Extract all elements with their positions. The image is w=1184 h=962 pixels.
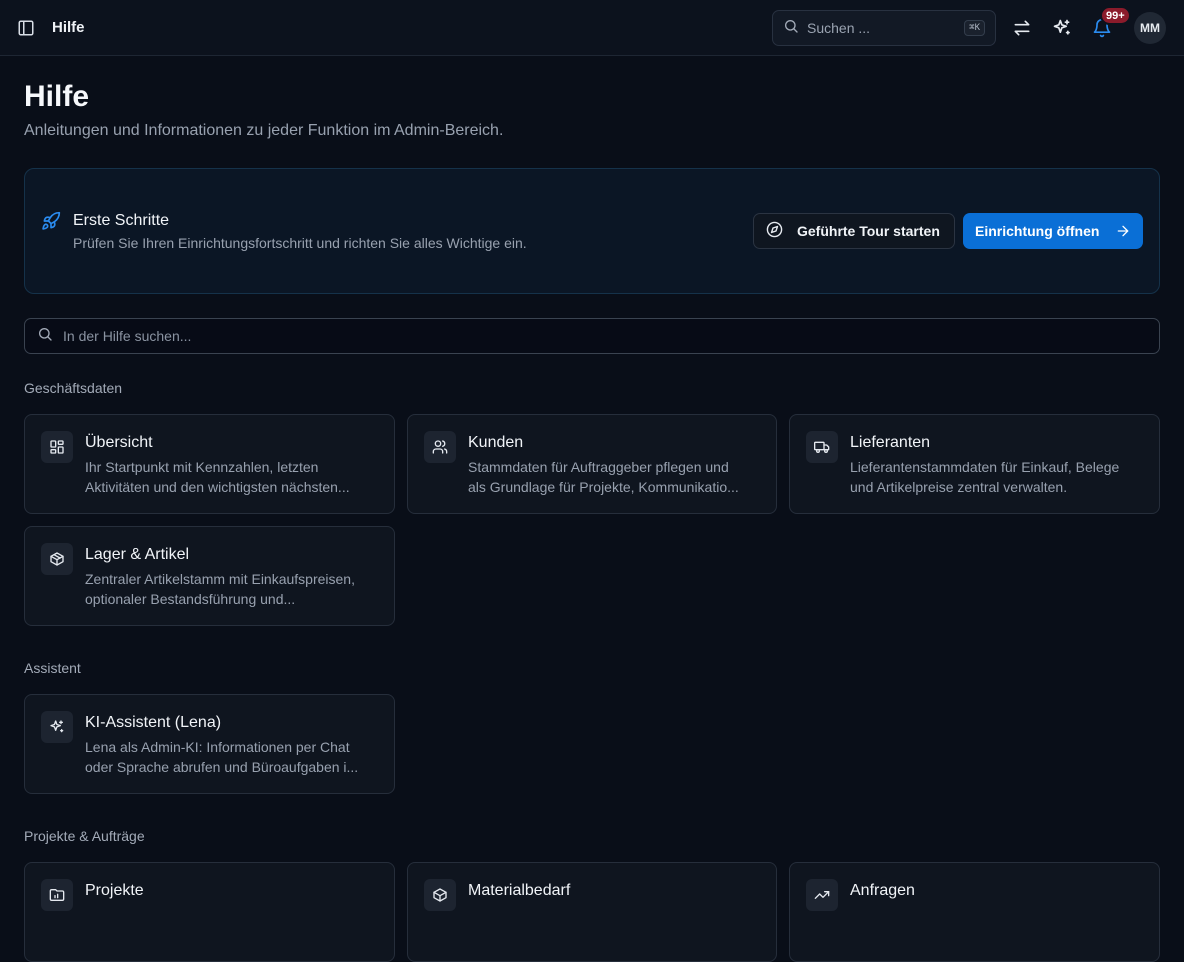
help-card-projects[interactable]: Projekte <box>24 862 395 962</box>
card-title: Materialbedarf <box>468 882 571 899</box>
rocket-icon <box>41 211 61 236</box>
card-description: Lieferantenstammdaten für Einkauf, Beleg… <box>850 459 1120 495</box>
help-card-material-demand[interactable]: Materialbedarf <box>407 862 777 962</box>
sidebar-toggle-icon[interactable] <box>16 18 36 38</box>
card-description: Stammdaten für Auftraggeber pflegen und … <box>468 459 739 495</box>
page-subtitle: Anleitungen und Informationen zu jeder F… <box>24 122 504 139</box>
card-description: Ihr Startpunkt mit Kennzahlen, letzten A… <box>85 459 350 495</box>
card-title: Kunden <box>468 434 524 451</box>
search-icon <box>37 326 53 347</box>
help-card-suppliers[interactable]: Lieferanten Lieferantenstammdaten für Ei… <box>789 414 1160 514</box>
package-icon <box>424 879 456 911</box>
truck-icon <box>806 431 838 463</box>
compass-icon <box>766 221 783 241</box>
package-icon <box>41 543 73 575</box>
help-card-ai-assistant[interactable]: KI-Assistent (Lena) Lena als Admin-KI: I… <box>24 694 395 794</box>
card-title: Projekte <box>85 882 144 899</box>
open-setup-button[interactable]: Einrichtung öffnen <box>963 213 1143 249</box>
breadcrumb-title: Hilfe <box>52 19 85 36</box>
section-title-assistant: Assistent <box>24 660 81 676</box>
users-icon <box>424 431 456 463</box>
folder-icon <box>41 879 73 911</box>
card-title: Lager & Artikel <box>85 546 190 563</box>
notification-badge: 99+ <box>1100 6 1131 25</box>
open-setup-label: Einrichtung öffnen <box>975 223 1100 239</box>
card-title: Anfragen <box>850 882 915 899</box>
card-description: Zentraler Artikelstamm mit Einkaufspreis… <box>85 571 355 607</box>
help-card-customers[interactable]: Kunden Stammdaten für Auftraggeber pfleg… <box>407 414 777 514</box>
sparkles-icon[interactable] <box>1050 16 1074 40</box>
dashboard-icon <box>41 431 73 463</box>
page-title: Hilfe <box>24 80 90 113</box>
start-tour-label: Geführte Tour starten <box>797 223 940 239</box>
getting-started-description: Prüfen Sie Ihren Einrichtungsfortschritt… <box>73 235 527 251</box>
top-bar: Hilfe Suchen ... ⌘K 99+ MM <box>0 0 1184 56</box>
global-search-input[interactable]: Suchen ... ⌘K <box>772 10 996 46</box>
help-card-overview[interactable]: Übersicht Ihr Startpunkt mit Kennzahlen,… <box>24 414 395 514</box>
help-card-inquiries[interactable]: Anfragen <box>789 862 1160 962</box>
start-tour-button[interactable]: Geführte Tour starten <box>753 213 955 249</box>
getting-started-panel: Erste Schritte Prüfen Sie Ihren Einricht… <box>24 168 1160 294</box>
help-card-inventory[interactable]: Lager & Artikel Zentraler Artikelstamm m… <box>24 526 395 626</box>
card-title: Übersicht <box>85 434 153 451</box>
card-title: KI-Assistent (Lena) <box>85 714 222 731</box>
trending-up-icon <box>806 879 838 911</box>
card-title: Lieferanten <box>850 434 931 451</box>
search-icon <box>783 18 799 39</box>
arrow-right-icon <box>1115 223 1131 242</box>
sparkles-icon <box>41 711 73 743</box>
switch-arrows-icon[interactable] <box>1010 16 1034 40</box>
help-search-input[interactable]: In der Hilfe suchen... <box>24 318 1160 354</box>
section-title-projects: Projekte & Aufträge <box>24 828 145 844</box>
avatar[interactable]: MM <box>1134 12 1166 44</box>
section-title-business: Geschäftsdaten <box>24 380 123 396</box>
search-placeholder: Suchen ... <box>807 20 871 36</box>
shortcut-hint: ⌘K <box>964 20 985 36</box>
card-description: Lena als Admin-KI: Informationen per Cha… <box>85 739 359 775</box>
help-search-placeholder: In der Hilfe suchen... <box>63 328 192 344</box>
getting-started-title: Erste Schritte <box>73 212 170 229</box>
